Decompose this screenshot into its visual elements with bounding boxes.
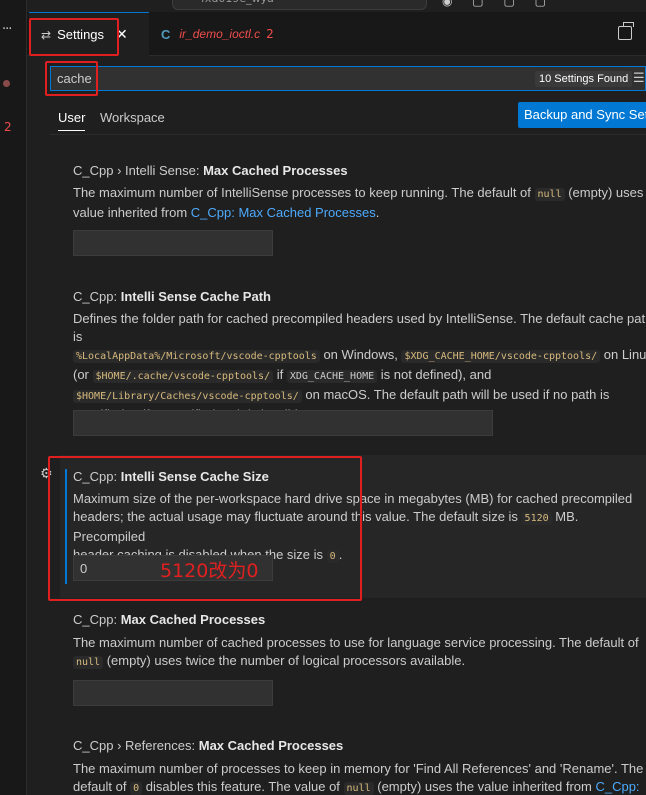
inline-code: $HOME/.cache/vscode-cpptools/: [92, 370, 274, 383]
inline-code: $XDG_CACHE_HOME/vscode-cpptools/: [401, 350, 601, 363]
setting-item: C_Cpp: Max Cached Processes The maximum …: [60, 600, 646, 720]
tab-ir-demo-ioctl[interactable]: C ir_demo_ioctl.c 2: [157, 12, 317, 56]
inline-code: null: [73, 656, 104, 669]
setting-number-field: [73, 230, 273, 256]
inline-code: XDG_CACHE_HOME: [286, 370, 378, 383]
modified-dot-icon: [3, 80, 10, 87]
results-count-badge: 10 Settings Found: [535, 71, 633, 87]
setting-number-field: [73, 680, 273, 706]
close-icon[interactable]: ✕: [116, 27, 128, 43]
setting-title: C_Cpp: Intelli Sense Cache Path: [73, 289, 271, 304]
activity-bar: ··· 2: [0, 0, 27, 795]
inline-code: %LocalAppData%/Microsoft/vscode-cpptools: [73, 350, 320, 363]
tab-file-label: ir_demo_ioctl.c: [179, 27, 261, 41]
setting-link[interactable]: C_Cpp: Max Cached Processes: [191, 205, 376, 220]
description-line: The maximum number of cached processes t…: [73, 635, 639, 650]
description-line: Defines the folder path for cached preco…: [73, 311, 646, 344]
setting-item: C_Cpp: Intelli Sense Cache Path Defines …: [60, 276, 646, 446]
description-line: Maximum size of the per-workspace hard d…: [73, 491, 633, 506]
setting-description: Defines the folder path for cached preco…: [73, 310, 646, 424]
settings-sliders-icon: ⇄: [41, 27, 52, 42]
setting-title: C_Cpp › Intelli Sense: Max Cached Proces…: [73, 163, 348, 178]
gear-icon[interactable]: ⚙: [40, 466, 53, 482]
description-line: null (empty) uses twice the number of lo…: [73, 652, 646, 672]
settings-search-input[interactable]: [57, 69, 357, 88]
setting-item: C_Cpp › References: Max Cached Processes…: [60, 726, 646, 795]
setting-description: The maximum number of IntelliSense proce…: [73, 184, 646, 222]
backup-sync-button[interactable]: Backup and Sync Settings: [518, 102, 646, 128]
tab-settings-label: Settings: [57, 27, 105, 42]
inline-code: 0: [326, 550, 339, 563]
problems-badge: 2: [4, 120, 12, 134]
command-center[interactable]: fxd019e_wya: [172, 0, 427, 10]
filter-icon[interactable]: ☰: [633, 71, 645, 86]
annotation-text: 5120改为0: [160, 560, 259, 582]
title-bar: fxd019e_wya ◉ ▢ ▢ ▢: [27, 0, 646, 12]
editor-tabs: ⇄ Settings ✕ C ir_demo_ioctl.c 2: [27, 12, 646, 56]
inline-code: null: [534, 188, 565, 201]
setting-text-field: [73, 410, 493, 436]
focus-indicator: [65, 469, 67, 584]
setting-input[interactable]: [74, 411, 492, 435]
tab-error-count: 2: [266, 27, 274, 41]
more-icon[interactable]: ···: [2, 22, 12, 37]
setting-link[interactable]: C_Cpp:: [595, 779, 639, 794]
inline-code: 5120: [521, 512, 552, 525]
tab-workspace[interactable]: Workspace: [100, 110, 165, 125]
setting-item-focused: C_Cpp: Intelli Sense Cache Size Maximum …: [60, 455, 646, 598]
inline-code: $HOME/Library/Caches/vscode-cpptools/: [73, 390, 302, 403]
inline-code: null: [343, 782, 374, 795]
description-line: value inherited from C_Cpp: Max Cached P…: [73, 205, 380, 220]
description-line: The maximum number of processes to keep …: [73, 761, 644, 776]
setting-item: C_Cpp › Intelli Sense: Max Cached Proces…: [60, 150, 646, 270]
tab-settings[interactable]: ⇄ Settings ✕: [29, 12, 149, 56]
tab-user[interactable]: User: [58, 110, 86, 131]
setting-input[interactable]: [74, 681, 272, 705]
inline-code: 0: [130, 782, 143, 795]
setting-title: C_Cpp › References: Max Cached Processes: [73, 738, 344, 753]
setting-input[interactable]: [74, 231, 272, 255]
settings-search-box: 10 Settings Found ☰: [50, 66, 646, 91]
layout-icons[interactable]: ◉ ▢ ▢ ▢: [442, 0, 554, 8]
description-line: %LocalAppData%/Microsoft/vscode-cpptools…: [73, 346, 646, 366]
open-settings-json-icon[interactable]: [618, 22, 634, 40]
setting-description: The maximum number of cached processes t…: [73, 634, 646, 672]
description-line: (or $HOME/.cache/vscode-cpptools/ if XDG…: [73, 367, 492, 383]
c-file-icon: C: [161, 26, 171, 42]
description-line: headers; the actual usage may fluctuate …: [73, 509, 579, 544]
description-line: $HOME/Library/Caches/vscode-cpptools/ on…: [73, 386, 646, 406]
setting-description: The maximum number of processes to keep …: [73, 760, 646, 795]
description-line: The maximum number of IntelliSense proce…: [73, 185, 644, 201]
setting-title: C_Cpp: Max Cached Processes: [73, 612, 266, 627]
setting-title: C_Cpp: Intelli Sense Cache Size: [73, 469, 269, 484]
description-line: default of 0 disables this feature. The …: [73, 779, 640, 795]
